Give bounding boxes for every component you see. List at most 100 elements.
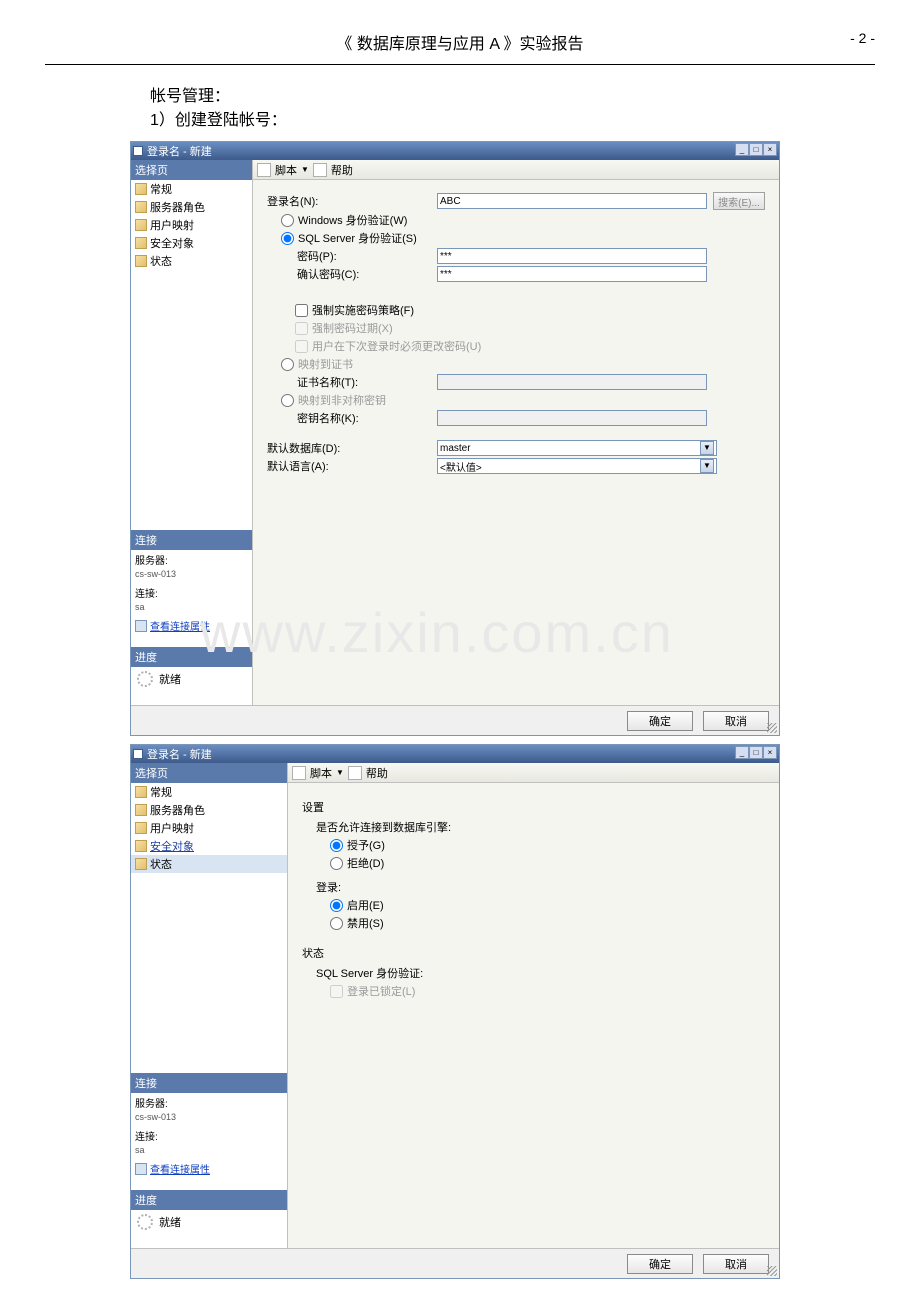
default-lang-select[interactable]: <默认值>▼ xyxy=(437,458,717,474)
must-change-check: 用户在下次登录时必须更改密码(U) xyxy=(295,338,481,354)
conn-label: 连接: xyxy=(131,583,252,602)
app-icon xyxy=(133,146,143,156)
map-key-radio[interactable]: 映射到非对称密钥 xyxy=(281,392,386,408)
window-buttons: _ □ × xyxy=(735,143,777,156)
content-pane: 脚本 ▼ 帮助 登录名(N): 搜索(E)... Windows 身份验证(W)… xyxy=(253,160,779,705)
conn-label: 连接: xyxy=(131,1126,287,1145)
link-icon xyxy=(135,620,147,632)
script-icon xyxy=(292,766,306,780)
window-title: 登录名 - 新建 xyxy=(147,143,212,159)
connection-panel: 服务器: cs-sw-013 连接: sa 查看连接属性 xyxy=(131,1093,287,1178)
sidebar-item-general[interactable]: 常规 xyxy=(131,783,287,801)
sidebar-progress-head: 进度 xyxy=(131,647,252,667)
page-icon xyxy=(135,840,147,852)
cancel-button[interactable]: 取消 xyxy=(703,1254,769,1274)
sidebar-item-user-mapping[interactable]: 用户映射 xyxy=(131,819,287,837)
script-dropdown-icon[interactable]: ▼ xyxy=(301,165,309,174)
default-db-label: 默认数据库(D): xyxy=(267,440,437,456)
dropdown-arrow-icon[interactable]: ▼ xyxy=(700,459,714,473)
login-dialog-status: 登录名 - 新建 _ □ × 选择页 常规 服务器角色 用户映射 安全对象 状态… xyxy=(130,744,780,1279)
windows-auth-radio[interactable]: Windows 身份验证(W) xyxy=(281,212,407,228)
resize-grip-icon[interactable] xyxy=(767,1266,777,1276)
conn-value: sa xyxy=(131,602,252,616)
page-icon xyxy=(135,822,147,834)
page-icon xyxy=(135,255,147,267)
close-button[interactable]: × xyxy=(763,746,777,759)
connection-panel: 服务器: cs-sw-013 连接: sa 查看连接属性 xyxy=(131,550,252,635)
server-value: cs-sw-013 xyxy=(131,1112,287,1126)
toolbar: 脚本 ▼ 帮助 xyxy=(253,160,779,180)
help-button[interactable]: 帮助 xyxy=(331,162,353,178)
sidebar-item-user-mapping[interactable]: 用户映射 xyxy=(131,216,252,234)
progress-panel: 就绪 xyxy=(131,667,252,705)
maximize-button[interactable]: □ xyxy=(749,746,763,759)
general-form: 登录名(N): 搜索(E)... Windows 身份验证(W) SQL Ser… xyxy=(253,180,779,486)
progress-spinner-icon xyxy=(137,671,153,687)
login-heading: 登录: xyxy=(302,879,765,895)
confirm-password-label: 确认密码(C): xyxy=(267,266,437,282)
password-input[interactable] xyxy=(437,248,707,264)
sidebar-item-server-roles[interactable]: 服务器角色 xyxy=(131,198,252,216)
view-conn-props-link[interactable]: 查看连接属性 xyxy=(131,616,252,635)
maximize-button[interactable]: □ xyxy=(749,143,763,156)
allow-conn-label: 是否允许连接到数据库引擎: xyxy=(302,819,765,835)
sidebar-progress-head: 进度 xyxy=(131,1190,287,1210)
help-icon xyxy=(313,163,327,177)
titlebar[interactable]: 登录名 - 新建 _ □ × xyxy=(131,142,779,160)
search-button[interactable]: 搜索(E)... xyxy=(713,192,765,210)
map-cert-radio[interactable]: 映射到证书 xyxy=(281,356,353,372)
sidebar: 选择页 常规 服务器角色 用户映射 安全对象 状态 连接 服务器: cs-sw-… xyxy=(131,160,253,705)
sql-auth-radio[interactable]: SQL Server 身份验证(S) xyxy=(281,230,417,246)
intro-line1: 帐号管理： xyxy=(150,85,920,109)
dialog-footer: 确定 取消 xyxy=(131,1248,779,1278)
sidebar-item-status[interactable]: 状态 xyxy=(131,855,287,873)
progress-spinner-icon xyxy=(137,1214,153,1230)
dropdown-arrow-icon[interactable]: ▼ xyxy=(700,441,714,455)
default-db-select[interactable]: master▼ xyxy=(437,440,717,456)
script-dropdown-icon[interactable]: ▼ xyxy=(336,768,344,777)
page-header: 《 数据库原理与应用 A 》实验报告 - 2 - xyxy=(0,0,920,75)
login-name-label: 登录名(N): xyxy=(267,193,437,209)
confirm-password-input[interactable] xyxy=(437,266,707,282)
close-button[interactable]: × xyxy=(763,143,777,156)
minimize-button[interactable]: _ xyxy=(735,143,749,156)
app-icon xyxy=(133,749,143,759)
content-pane: 脚本 ▼ 帮助 设置 是否允许连接到数据库引擎: 授予(G) 拒绝(D) 登录:… xyxy=(288,763,779,1248)
sidebar-item-securables[interactable]: 安全对象 xyxy=(131,234,252,252)
password-label: 密码(P): xyxy=(267,248,437,264)
page-number: - 2 - xyxy=(850,30,875,46)
intro-line2: 1）创建登陆帐号： xyxy=(150,109,920,133)
dialog-footer: 确定 取消 xyxy=(131,705,779,735)
dialog-body: 选择页 常规 服务器角色 用户映射 安全对象 状态 连接 服务器: cs-sw-… xyxy=(131,160,779,705)
resize-grip-icon[interactable] xyxy=(767,723,777,733)
sidebar-item-securables[interactable]: 安全对象 xyxy=(131,837,287,855)
deny-radio[interactable]: 拒绝(D) xyxy=(330,855,384,871)
server-value: cs-sw-013 xyxy=(131,569,252,583)
sidebar-item-server-roles[interactable]: 服务器角色 xyxy=(131,801,287,819)
window-title: 登录名 - 新建 xyxy=(147,746,212,762)
enforce-policy-check[interactable]: 强制实施密码策略(F) xyxy=(295,302,414,318)
status-heading: 状态 xyxy=(302,945,765,961)
ok-button[interactable]: 确定 xyxy=(627,711,693,731)
enforce-expire-check: 强制密码过期(X) xyxy=(295,320,393,336)
cancel-button[interactable]: 取消 xyxy=(703,711,769,731)
login-name-input[interactable] xyxy=(437,193,707,209)
help-button[interactable]: 帮助 xyxy=(366,765,388,781)
ok-button[interactable]: 确定 xyxy=(627,1254,693,1274)
grant-radio[interactable]: 授予(G) xyxy=(330,837,385,853)
titlebar[interactable]: 登录名 - 新建 _ □ × xyxy=(131,745,779,763)
sidebar-item-general[interactable]: 常规 xyxy=(131,180,252,198)
sidebar: 选择页 常规 服务器角色 用户映射 安全对象 状态 连接 服务器: cs-sw-… xyxy=(131,763,288,1248)
default-lang-label: 默认语言(A): xyxy=(267,458,437,474)
script-button[interactable]: 脚本 xyxy=(275,162,297,178)
script-button[interactable]: 脚本 xyxy=(310,765,332,781)
minimize-button[interactable]: _ xyxy=(735,746,749,759)
view-conn-props-link[interactable]: 查看连接属性 xyxy=(131,1159,287,1178)
help-icon xyxy=(348,766,362,780)
enable-radio[interactable]: 启用(E) xyxy=(330,897,384,913)
sidebar-item-status[interactable]: 状态 xyxy=(131,252,252,270)
header-rule xyxy=(45,64,875,65)
disable-radio[interactable]: 禁用(S) xyxy=(330,915,384,931)
page-icon xyxy=(135,201,147,213)
page-icon xyxy=(135,219,147,231)
